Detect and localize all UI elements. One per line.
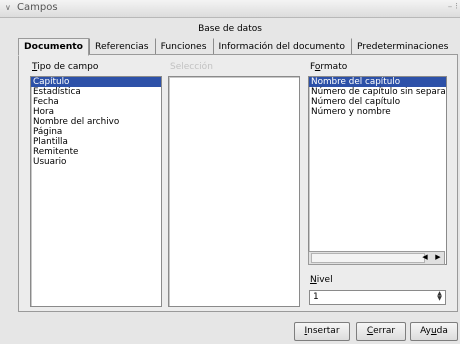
ayuda-button[interactable]: Ayuda — [410, 322, 458, 341]
tipo-de-campo-list[interactable]: Capítulo Estadística Fecha Hora Nombre d… — [30, 76, 162, 307]
scrollbar-thumb[interactable] — [311, 253, 425, 263]
nivel-value[interactable]: 1 — [313, 292, 319, 302]
list-item[interactable]: Usuario — [31, 157, 161, 167]
window-title: Campos — [17, 2, 58, 13]
list-item[interactable]: Capítulo — [31, 77, 161, 87]
seleccion-label: Selección — [170, 62, 213, 72]
list-item[interactable]: Estadística — [31, 87, 161, 97]
list-item[interactable]: Nombre del archivo — [31, 117, 161, 127]
window-controls-icon[interactable]: – ⁝ — [448, 2, 458, 12]
scroll-left-icon[interactable]: ◀ — [419, 252, 431, 262]
window-menu-icon[interactable]: ∨ — [5, 3, 11, 12]
spin-down-icon[interactable]: ▼ — [435, 296, 444, 302]
list-item[interactable]: Número de capítulo sin separa — [309, 87, 446, 97]
tab-bar: Documento Referencias Funciones Informac… — [18, 38, 454, 56]
formato-label: Formato — [310, 62, 348, 72]
nivel-label: Nivel — [310, 275, 333, 285]
cerrar-button[interactable]: Cerrar — [356, 322, 406, 341]
tab-documento[interactable]: Documento — [18, 38, 89, 56]
scroll-right-icon[interactable]: ▶ — [432, 252, 444, 262]
tipo-de-campo-label: Tipo de campo — [32, 62, 99, 72]
list-item[interactable]: Plantilla — [31, 137, 161, 147]
formato-horizontal-scrollbar[interactable]: ◀ ▶ — [308, 251, 445, 265]
formato-list[interactable]: Nombre del capítulo Número de capítulo s… — [308, 76, 447, 265]
nivel-spinbox[interactable]: 1 ▲ ▼ — [309, 290, 446, 305]
spin-arrows-icon[interactable]: ▲ ▼ — [435, 291, 444, 302]
list-item[interactable]: Fecha — [31, 97, 161, 107]
title-bar[interactable]: ∨ Campos – ⁝ — [0, 0, 460, 18]
campos-dialog: ∨ Campos – ⁝ Base de datos Documento Ref… — [0, 0, 460, 344]
list-item[interactable]: Número del capítulo — [309, 97, 446, 107]
list-item[interactable]: Nombre del capítulo — [309, 77, 446, 87]
list-item[interactable]: Número y nombre — [309, 107, 446, 117]
list-item[interactable]: Hora — [31, 107, 161, 117]
insertar-button[interactable]: Insertar — [294, 322, 350, 341]
database-tab-label[interactable]: Base de datos — [0, 24, 460, 34]
list-item[interactable]: Página — [31, 127, 161, 137]
seleccion-list[interactable] — [168, 76, 300, 307]
list-item[interactable]: Remitente — [31, 147, 161, 157]
